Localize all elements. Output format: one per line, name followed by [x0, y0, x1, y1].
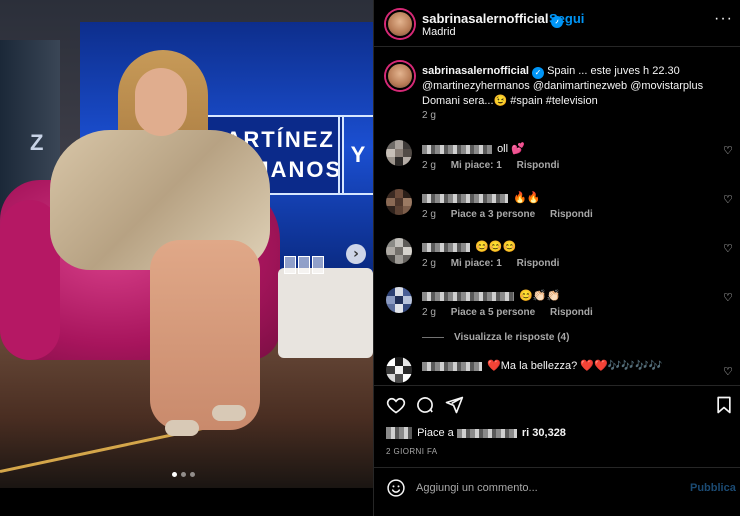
actions-divider	[374, 385, 740, 386]
save-icon[interactable]	[714, 395, 734, 415]
comment-time: 2 g	[422, 209, 436, 220]
comment-likes[interactable]: Mi piace: 1	[451, 258, 502, 269]
likes-prefix: Piace a	[417, 427, 454, 439]
carousel-dots	[172, 472, 195, 477]
comment-text: 😊👏🏻👏🏻	[422, 289, 560, 302]
post-side-panel: sabrinasalernofficial ✓ • Segui Madrid ··…	[374, 0, 740, 516]
publish-button[interactable]: Pubblica	[690, 482, 736, 494]
like-comment-icon[interactable]: ♡	[723, 291, 733, 304]
verified-icon: ✓	[532, 67, 544, 79]
comment-item: ❤️Ma la bellezza? ❤️❤️🎶🎶🎶🎶 ♡	[374, 357, 740, 397]
post-caption: sabrinasalernofficial ✓ Spain ... este ju…	[422, 64, 722, 109]
reply-button[interactable]: Rispondi	[550, 209, 593, 220]
reply-button[interactable]: Rispondi	[517, 160, 560, 171]
follow-button[interactable]: Segui	[549, 11, 584, 26]
share-icon[interactable]	[444, 395, 464, 415]
blurred-username	[422, 242, 470, 252]
person-face	[135, 68, 187, 136]
comment-time: 2 g	[422, 160, 436, 171]
comment-likes[interactable]: Piace a 5 persone	[451, 307, 536, 318]
side-table	[278, 268, 373, 358]
caption-username[interactable]: sabrinasalernofficial	[422, 65, 529, 77]
comment-time: 2 g	[422, 307, 436, 318]
carousel-dot	[181, 472, 186, 477]
header-separator: •	[537, 11, 542, 26]
comment-item: 🔥🔥 2 g Piace a 3 persone Rispondi ♡	[374, 189, 740, 229]
wall-letter: Z	[30, 130, 44, 155]
comment-body: 😊😊😊	[475, 241, 517, 253]
liker-avatars	[386, 427, 412, 440]
commenter-avatar[interactable]	[386, 140, 412, 166]
comment-icon[interactable]	[415, 395, 435, 415]
comment-likes[interactable]: Piace a 3 persone	[451, 209, 536, 220]
next-photo-button[interactable]: ›	[346, 244, 366, 264]
carousel-dot	[172, 472, 177, 477]
blurred-username	[422, 361, 482, 371]
comment-item: 😊😊😊 2 g Mi piace: 1 Rispondi ♡	[374, 238, 740, 278]
glass	[284, 256, 296, 274]
author-avatar[interactable]	[386, 10, 414, 38]
blurred-liker	[456, 428, 517, 438]
comment-time: 2 g	[422, 258, 436, 269]
comment-meta: 2 g Piace a 3 persone Rispondi	[422, 209, 605, 220]
view-replies-link[interactable]: Visualizza le risposte (4)	[422, 332, 569, 343]
commenter-avatar[interactable]	[386, 189, 412, 215]
like-icon[interactable]	[386, 395, 406, 415]
comment-item: oll 💕 2 g Mi piace: 1 Rispondi ♡	[374, 140, 740, 180]
comment-text: 😊😊😊	[422, 240, 516, 253]
post-photo[interactable]: Z MARTÍNEZ HERMANOS Y ›	[0, 0, 373, 488]
reply-button[interactable]: Rispondi	[517, 258, 560, 269]
show-sign-y: Y	[338, 115, 373, 195]
comment-body: 🔥🔥	[513, 192, 541, 204]
comment-body: ❤️Ma la bellezza? ❤️❤️🎶🎶🎶🎶	[487, 360, 663, 372]
caption-time: 2 g	[422, 110, 436, 121]
comment-text: 🔥🔥	[422, 191, 540, 204]
more-options-icon[interactable]: ···	[714, 10, 733, 28]
post-header: sabrinasalernofficial ✓ • Segui Madrid ··…	[374, 0, 740, 47]
glass	[312, 256, 324, 274]
shoe	[165, 420, 199, 436]
commenter-avatar[interactable]	[386, 287, 412, 313]
commenter-avatar[interactable]	[386, 238, 412, 264]
comment-body: oll 💕	[497, 143, 525, 155]
caption-avatar[interactable]	[386, 62, 414, 90]
comment-item: 😊👏🏻👏🏻 2 g Piace a 5 persone Rispondi ♡	[374, 287, 740, 327]
like-comment-icon[interactable]: ♡	[723, 365, 733, 378]
likes-count[interactable]: Piace a ri 30,328	[386, 427, 566, 440]
reply-button[interactable]: Rispondi	[550, 307, 593, 318]
comment-body: 😊👏🏻👏🏻	[519, 290, 561, 302]
input-divider	[374, 467, 740, 468]
like-comment-icon[interactable]: ♡	[723, 144, 733, 157]
author-username-text[interactable]: sabrinasalernofficial	[422, 11, 548, 26]
comment-meta: 2 g Piace a 5 persone Rispondi	[422, 307, 605, 318]
location-link[interactable]: Madrid	[422, 26, 456, 38]
comment-input[interactable]	[416, 480, 676, 496]
post-time[interactable]: 2 GIORNI FA	[386, 447, 438, 456]
like-comment-icon[interactable]: ♡	[723, 193, 733, 206]
commenter-avatar[interactable]	[386, 357, 412, 383]
blurred-username	[422, 193, 508, 203]
comment-meta: 2 g Mi piace: 1 Rispondi	[422, 160, 571, 171]
likes-suffix: ri 30,328	[521, 427, 566, 439]
glass	[298, 256, 310, 274]
like-comment-icon[interactable]: ♡	[723, 242, 733, 255]
comment-text: ❤️Ma la bellezza? ❤️❤️🎶🎶🎶🎶	[422, 359, 662, 372]
comment-text: oll 💕	[422, 142, 525, 155]
comment-meta: 2 g Mi piace: 1 Rispondi	[422, 258, 571, 269]
shoe	[212, 405, 246, 421]
person-legs	[150, 240, 260, 430]
blurred-username	[422, 291, 514, 301]
carousel-dot	[190, 472, 195, 477]
blurred-username	[422, 144, 492, 154]
emoji-icon[interactable]	[386, 478, 406, 498]
comment-likes[interactable]: Mi piace: 1	[451, 160, 502, 171]
